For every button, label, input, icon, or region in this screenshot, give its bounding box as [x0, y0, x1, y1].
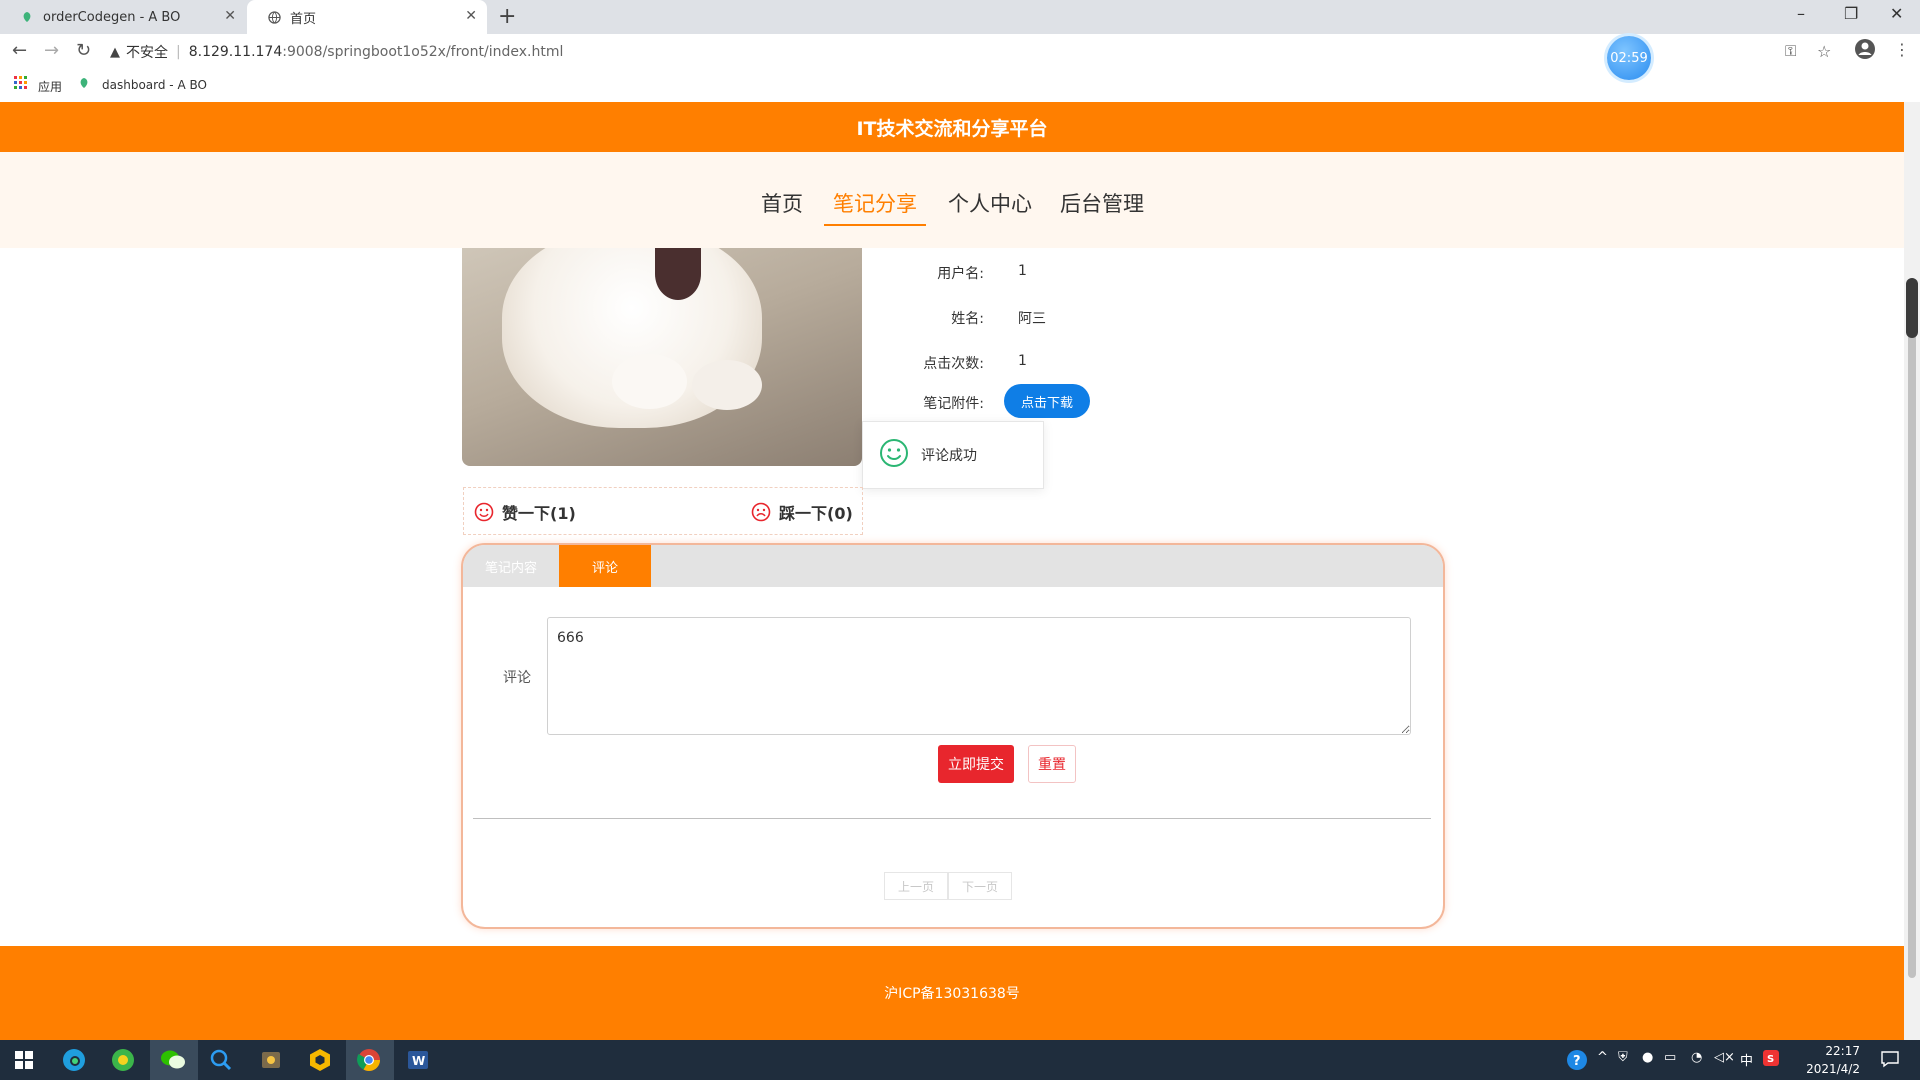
apps-grid-icon[interactable]: [14, 76, 28, 93]
close-icon[interactable]: ✕: [1890, 4, 1903, 23]
minimize-icon[interactable]: –: [1797, 4, 1805, 23]
page-scrollbar[interactable]: [1904, 102, 1920, 1040]
timer-badge[interactable]: 02:59: [1607, 36, 1651, 80]
clock-time: 22:17: [1825, 1044, 1860, 1058]
address-bar[interactable]: ▲ 不安全 | 8.129.11.174:9008/springboot1o52…: [110, 38, 1590, 66]
note-cover-image: [462, 248, 862, 466]
toast-message: 评论成功: [921, 448, 977, 464]
security-label: 不安全: [126, 45, 168, 61]
username-value: 1: [1018, 263, 1027, 279]
search-icon[interactable]: [206, 1045, 236, 1075]
icp-record: 沪ICP备13031638号: [884, 986, 1020, 1002]
forward-icon[interactable]: →: [44, 40, 59, 61]
comment-success-toast: 评论成功: [862, 421, 1044, 489]
panel-tab-strip: 笔记内容 评论: [463, 545, 1443, 587]
like-button[interactable]: 赞一下(1): [474, 500, 576, 524]
svg-text:S: S: [1767, 1054, 1774, 1065]
nav-personal-center[interactable]: 个人中心: [939, 188, 1041, 224]
bookmark-apps[interactable]: 应用: [38, 78, 62, 95]
download-button[interactable]: 点击下载: [1004, 384, 1090, 418]
like-label: 赞一下(1): [502, 504, 576, 523]
key-icon[interactable]: ⚿: [1785, 42, 1796, 60]
tab-comments[interactable]: 评论: [559, 545, 651, 587]
dislike-button[interactable]: 踩一下(0): [751, 500, 853, 524]
windows-start-icon[interactable]: [9, 1045, 39, 1075]
name-value: 阿三: [1018, 311, 1046, 327]
profile-icon[interactable]: [1854, 38, 1876, 65]
restore-icon[interactable]: ❐: [1844, 4, 1858, 23]
edge-icon[interactable]: [59, 1045, 89, 1075]
url-path: :9008/springboot1o52x/front/index.html: [282, 44, 564, 60]
word-icon[interactable]: W: [403, 1045, 433, 1075]
frown-icon: [751, 502, 771, 522]
leaf-icon: [78, 77, 90, 92]
chevron-up-icon[interactable]: ^: [1597, 1050, 1608, 1065]
note-tabs-panel: 笔记内容 评论 评论 666 立即提交 重置 上一页 下一页: [461, 543, 1445, 929]
click-count-value: 1: [1018, 353, 1027, 369]
clock[interactable]: 22:17 2021/4/2: [1780, 1042, 1860, 1078]
browser-tab-ordercodegen[interactable]: orderCodegen - A BO ✕: [0, 0, 246, 34]
browser-tab-home[interactable]: 首页 ✕: [247, 0, 487, 34]
username-label: 用户名:: [937, 266, 984, 282]
url-host: 8.129.11.174: [188, 44, 283, 60]
notification-icon[interactable]: [1880, 1050, 1900, 1072]
site-nav: 首页 笔记分享 个人中心 后台管理: [0, 152, 1904, 248]
site-title: IT技术交流和分享平台: [0, 102, 1904, 152]
sogou-icon[interactable]: S: [1763, 1050, 1779, 1070]
plus-icon[interactable]: +: [498, 4, 516, 29]
smile-icon: [474, 502, 494, 522]
nav-admin[interactable]: 后台管理: [1051, 188, 1153, 224]
svg-text:?: ?: [1573, 1054, 1581, 1069]
divider: [473, 818, 1431, 819]
browser-tab-strip: orderCodegen - A BO ✕ 首页 ✕ + – ❐ ✕: [0, 0, 1920, 34]
smile-icon: [879, 438, 909, 472]
windows-taskbar: W ? ^ ⛨ ● ▭ ◔ ◁× 中 S 22:17 2021/4/2: [0, 1040, 1920, 1080]
close-tab-icon[interactable]: ✕: [224, 8, 236, 24]
help-icon[interactable]: ?: [1566, 1049, 1588, 1075]
reset-button[interactable]: 重置: [1028, 745, 1076, 783]
close-tab-icon[interactable]: ✕: [465, 8, 477, 24]
next-page-button[interactable]: 下一页: [948, 872, 1013, 900]
star-icon[interactable]: ☆: [1817, 42, 1831, 61]
scrollbar-thumb[interactable]: [1908, 278, 1916, 978]
comment-input[interactable]: 666: [547, 617, 1411, 735]
attachment-label: 笔记附件:: [923, 396, 984, 412]
tab-title: 首页: [290, 11, 317, 27]
site-footer: 沪ICP备13031638号: [0, 946, 1904, 1040]
ime-indicator[interactable]: 中: [1740, 1050, 1753, 1069]
hexagon-app-icon[interactable]: [305, 1045, 335, 1075]
comment-label: 评论: [503, 670, 531, 686]
dislike-label: 踩一下(0): [779, 504, 853, 523]
bookmark-dashboard[interactable]: dashboard - A BO: [102, 78, 207, 92]
name-label: 姓名:: [951, 311, 984, 327]
side-widget[interactable]: [1906, 278, 1918, 338]
shield-icon[interactable]: ⛨: [1618, 1050, 1628, 1065]
browser360-icon[interactable]: [108, 1045, 138, 1075]
submit-button[interactable]: 立即提交: [938, 745, 1014, 783]
back-icon[interactable]: ←: [12, 40, 27, 61]
wifi-icon[interactable]: ◔: [1691, 1050, 1702, 1065]
pagination: 上一页 下一页: [884, 872, 1013, 900]
tab-title: orderCodegen - A BO: [43, 9, 181, 25]
reload-icon[interactable]: ↻: [76, 40, 91, 61]
nav-home[interactable]: 首页: [752, 188, 812, 224]
qq-icon[interactable]: ●: [1642, 1050, 1653, 1065]
prev-page-button[interactable]: 上一页: [884, 872, 949, 900]
menu-dots-icon[interactable]: ⋮: [1894, 40, 1910, 59]
battery-icon[interactable]: ▭: [1664, 1050, 1676, 1065]
svg-text:W: W: [412, 1054, 425, 1068]
app-icon[interactable]: [256, 1045, 286, 1075]
tab-note-content[interactable]: 笔记内容: [463, 545, 559, 587]
leaf-icon: [20, 10, 34, 24]
click-count-label: 点击次数:: [923, 356, 984, 372]
globe-icon: [267, 10, 281, 24]
wechat-icon[interactable]: [158, 1045, 188, 1075]
warning-icon: ▲: [110, 44, 120, 60]
chrome-icon[interactable]: [354, 1045, 384, 1075]
volume-muted-icon[interactable]: ◁×: [1714, 1050, 1735, 1065]
clock-date: 2021/4/2: [1806, 1062, 1860, 1076]
nav-notes-share[interactable]: 笔记分享: [824, 188, 926, 226]
vote-bar: 赞一下(1) 踩一下(0): [463, 487, 863, 535]
